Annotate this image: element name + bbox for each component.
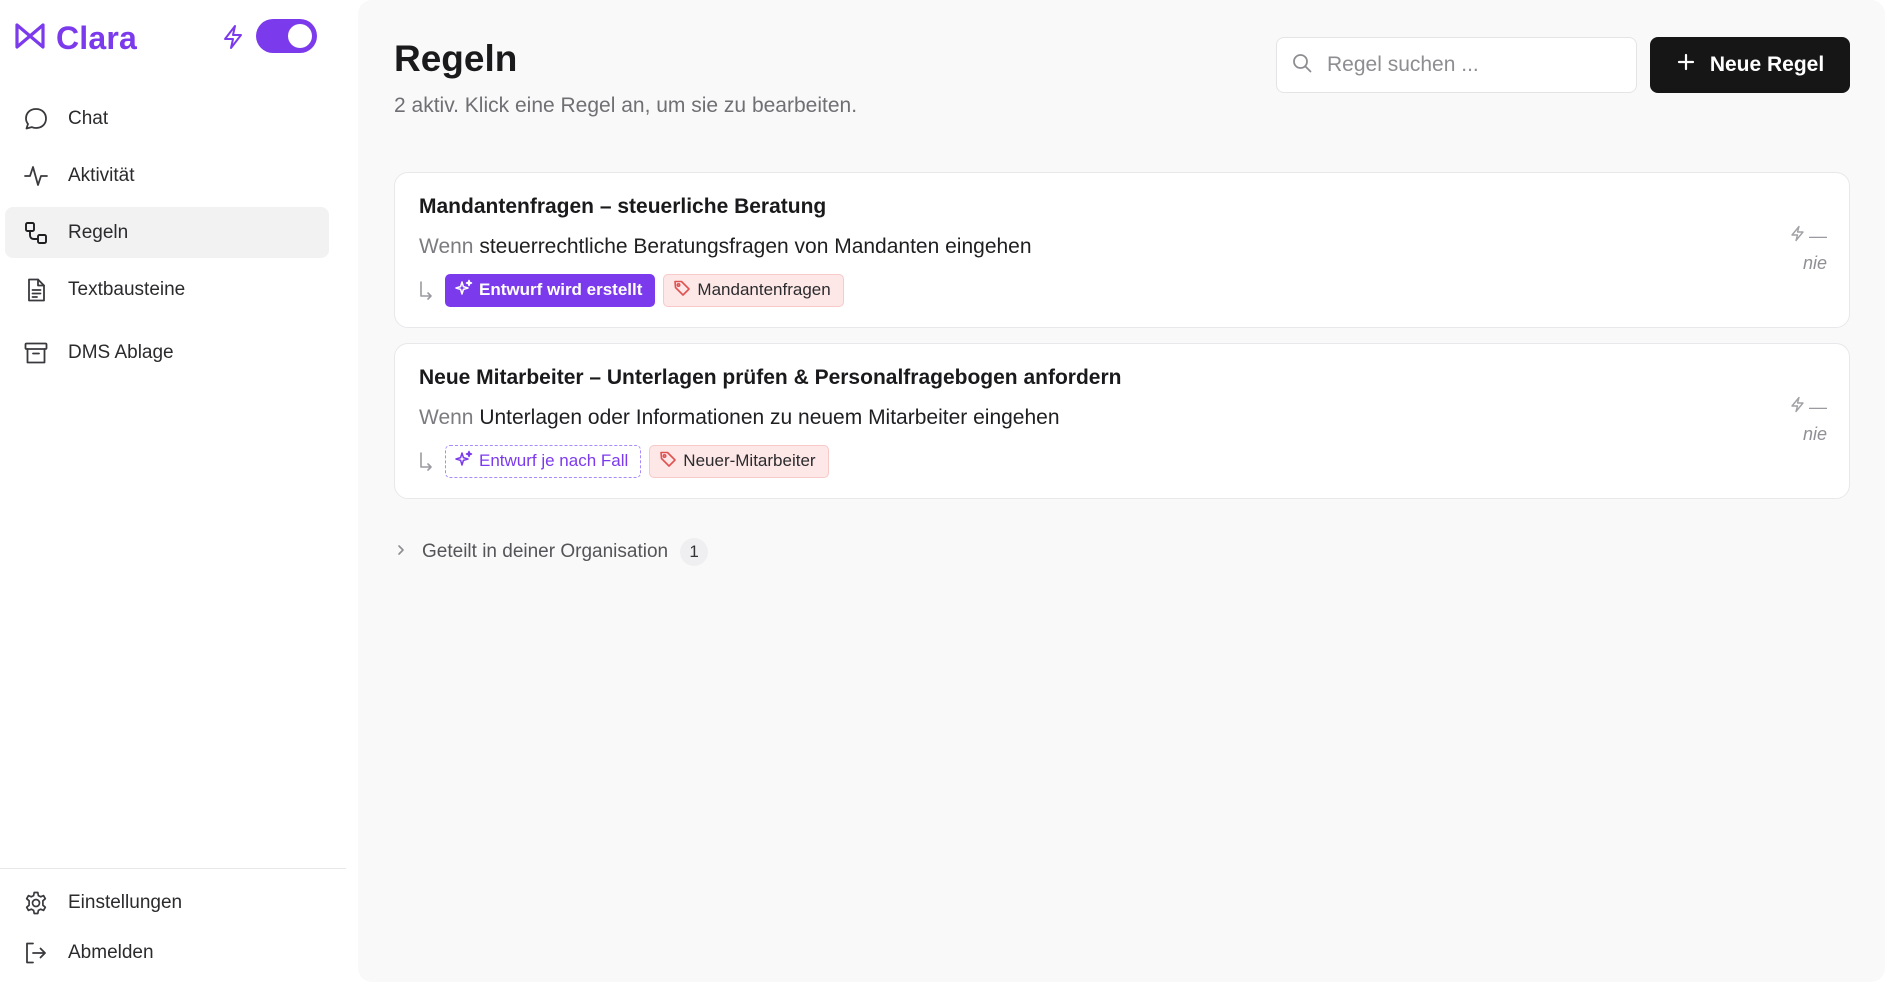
rule-stats: — nie [1777,225,1827,274]
plus-icon [1676,52,1710,78]
toggle-knob [288,24,312,48]
shared-rules-label: Geteilt in deiner Organisation [422,541,669,562]
rule-tag-chip[interactable]: Neuer-Mitarbeiter [649,444,829,478]
logout-icon [22,939,50,967]
rule-action-label: Entwurf wird erstellt [479,280,643,299]
sidebar-item-label: Chat [68,107,109,129]
rule-trigger-count: — [1809,396,1827,417]
rule-tags: Entwurf wird erstellt Mandantenfragen [417,273,852,307]
rule-trigger-count: — [1809,225,1827,246]
archive-box-icon [22,339,50,367]
sidebar-item-chat[interactable]: Chat [5,93,329,144]
rule-tag-chip[interactable]: Mandantenfragen [663,273,844,307]
sidebar-item-label: Abmelden [68,942,154,963]
arrow-down-right-icon [417,450,435,472]
rule-condition: Wenn steuerrechtliche Beratungsfragen vo… [419,235,1032,259]
rule-condition-text: steuerrechtliche Beratungsfragen von Man… [479,235,1032,258]
page-title: Regeln [394,38,518,79]
sidebar-item-abmelden[interactable]: Abmelden [5,930,329,976]
rule-condition-text: Unterlagen oder Informationen zu neuem M… [479,406,1060,429]
search-icon [1291,52,1313,79]
workflow-rules-icon [22,219,50,247]
sidebar-item-einstellungen[interactable]: Einstellungen [5,880,329,926]
rule-stats: — nie [1777,396,1827,445]
chat-bubble-icon [22,105,50,133]
sidebar-item-label: DMS Ablage [68,341,174,363]
new-rule-button-label: Neue Regel [1709,53,1825,76]
sidebar-item-aktivitaet[interactable]: Aktivität [5,150,329,201]
document-text-icon [22,276,50,304]
rule-action-label: Entwurf je nach Fall [479,451,629,470]
sidebar-item-regeln[interactable]: Regeln [5,207,329,258]
rule-action-chip[interactable]: Entwurf wird erstellt [445,273,656,307]
rule-tag-label: Neuer-Mitarbeiter [683,451,816,470]
arrow-down-right-icon [417,279,435,301]
sidebar-item-textbausteine[interactable]: Textbausteine [5,264,329,315]
sidebar: Clara Chat Aktivität Regeln Textbaustein… [0,0,346,982]
lightning-icon [222,24,244,50]
rule-condition: Wenn Unterlagen oder Informationen zu ne… [419,406,1060,430]
sidebar-item-label: Regeln [68,221,129,243]
new-rule-button[interactable]: Neue Regel [1650,37,1850,93]
rule-card[interactable]: Neue Mitarbeiter – Unterlagen prüfen & P… [394,343,1850,499]
rule-last-run: nie [1802,424,1827,444]
lightning-icon [1790,225,1809,247]
sparkles-icon [455,279,479,302]
sidebar-item-dms-ablage[interactable]: DMS Ablage [5,327,329,378]
sidebar-divider [0,868,346,869]
app-name: Clara [56,19,138,56]
sidebar-item-label: Aktivität [68,164,135,186]
rule-tags: Entwurf je nach Fall Neuer-Mitarbeiter [417,444,837,478]
lightning-icon [1790,396,1809,418]
sparkles-icon [455,450,479,473]
search-input[interactable] [1327,53,1627,77]
shared-rules-toggle[interactable]: Geteilt in deiner Organisation 1 [394,535,709,569]
rule-title: Neue Mitarbeiter – Unterlagen prüfen & P… [419,366,1122,389]
tag-icon [659,450,683,473]
activity-pulse-icon [22,162,50,190]
rule-title: Mandantenfragen – steuerliche Beratung [419,195,827,218]
rule-card[interactable]: Mandantenfragen – steuerliche Beratung W… [394,172,1850,328]
auto-mode-toggle[interactable] [256,19,317,53]
sidebar-item-label: Textbausteine [68,278,186,300]
brand[interactable]: Clara [14,18,137,58]
tag-icon [673,279,697,302]
bowtie-logo-icon [14,20,46,57]
main-content: Regeln 2 aktiv. Klick eine Regel an, um … [358,0,1885,982]
sidebar-bottom-nav: Einstellungen Abmelden [5,880,329,980]
chevron-right-icon [394,543,408,562]
rule-action-chip[interactable]: Entwurf je nach Fall [445,444,642,478]
rule-condition-keyword: Wenn [419,406,474,429]
sidebar-item-label: Einstellungen [68,892,183,913]
sidebar-nav: Chat Aktivität Regeln Textbausteine DMS … [5,93,329,384]
rule-tag-label: Mandantenfragen [697,280,831,299]
rule-search-box[interactable] [1276,37,1637,93]
rule-last-run: nie [1802,253,1827,273]
gear-icon [22,889,50,917]
rule-condition-keyword: Wenn [419,235,474,258]
page-subtitle: 2 aktiv. Klick eine Regel an, um sie zu … [394,94,858,117]
shared-rules-count: 1 [680,538,709,566]
